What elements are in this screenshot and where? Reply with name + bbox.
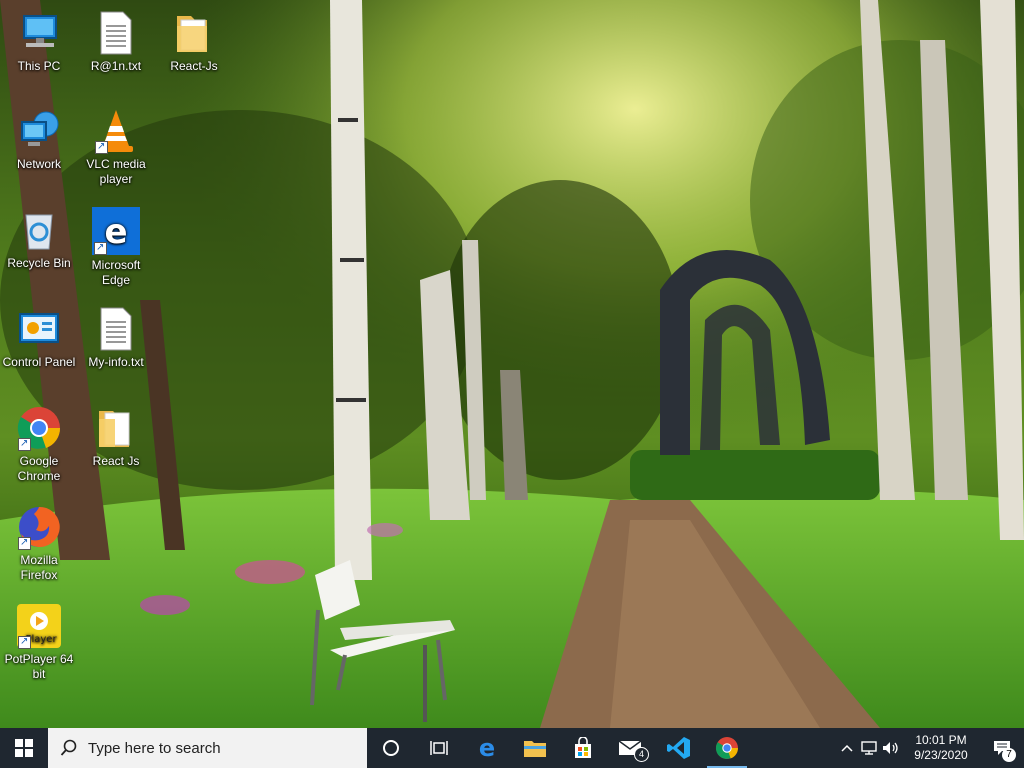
chevron-up-icon: [841, 744, 853, 752]
desktop-icon-this-pc[interactable]: This PC: [2, 10, 76, 74]
clock-time: 10:01 PM: [915, 733, 967, 747]
action-center-button[interactable]: 7: [980, 728, 1024, 768]
vlc-icon: [93, 108, 139, 154]
desktop-icon-edge[interactable]: e Microsoft Edge: [79, 207, 153, 288]
desktop-icon-label: React-Js: [170, 59, 218, 73]
network-tray-button[interactable]: [858, 741, 880, 755]
desktop-icon-r1n-txt[interactable]: R@1n.txt: [79, 10, 153, 74]
desktop-icon-label: My-info.txt: [88, 355, 144, 369]
taskbar-vscode[interactable]: [655, 728, 703, 768]
search-icon: [60, 739, 77, 756]
taskbar-edge[interactable]: e: [463, 728, 511, 768]
clock-date: 9/23/2020: [914, 748, 968, 762]
chrome-icon: [715, 737, 738, 759]
volume-icon: [883, 742, 898, 754]
file-explorer-icon: [524, 741, 546, 757]
mail-unread-badge: 4: [634, 747, 649, 762]
desktop-icon-control-panel[interactable]: Control Panel: [2, 306, 76, 370]
shortcut-arrow-icon: [18, 535, 31, 550]
volume-button[interactable]: [880, 741, 902, 755]
text-file-icon: [93, 10, 139, 56]
windows-logo-icon: [15, 739, 33, 757]
desktop-icon-react-js-folder[interactable]: React-Js: [157, 10, 231, 74]
chrome-icon: [16, 405, 62, 451]
desktop-icon-react-js-folder-2[interactable]: React Js: [79, 405, 153, 469]
clock[interactable]: 10:01 PM 9/23/2020: [902, 733, 980, 763]
folder-icon: [171, 10, 217, 56]
svg-text:e: e: [104, 212, 127, 252]
show-hidden-icons-button[interactable]: [836, 744, 858, 752]
desktop-icon-firefox[interactable]: Mozilla Firefox: [2, 504, 76, 583]
control-panel-icon: [16, 306, 62, 352]
text-file-icon: [93, 306, 139, 352]
potplayer-icon: Player: [16, 603, 62, 649]
cortana-button[interactable]: [367, 728, 415, 768]
folder-icon: [93, 405, 139, 451]
desktop-icon-potplayer[interactable]: Player PotPlayer 64 bit: [2, 603, 76, 682]
notification-count-badge: 7: [1002, 748, 1016, 762]
shortcut-arrow-icon: [95, 139, 108, 154]
desktop-wallpaper: [0, 0, 1024, 728]
edge-icon: e: [92, 207, 140, 255]
task-view-icon: [430, 741, 448, 755]
store-icon: [575, 737, 591, 758]
start-button[interactable]: [0, 728, 48, 768]
shortcut-arrow-icon: [18, 634, 31, 649]
recycle-bin-icon: [16, 207, 62, 253]
task-view-button[interactable]: [415, 728, 463, 768]
shortcut-arrow-icon: [18, 436, 31, 451]
system-tray: 10:01 PM 9/23/2020 7: [836, 728, 1024, 768]
taskbar-mail[interactable]: 4: [607, 728, 655, 768]
desktop-icon-chrome[interactable]: Google Chrome: [2, 405, 76, 484]
desktop-icon-label: Microsoft Edge: [91, 258, 141, 287]
desktop-icon-label: R@1n.txt: [90, 59, 142, 73]
taskbar-store[interactable]: [559, 728, 607, 768]
desktop-icon-vlc[interactable]: VLC media player: [79, 108, 153, 187]
edge-icon: e: [479, 736, 495, 760]
vscode-icon: [667, 737, 690, 759]
desktop-icon-label: Network: [16, 157, 61, 171]
taskbar-file-explorer[interactable]: [511, 728, 559, 768]
desktop-icon-label: Mozilla Firefox: [20, 553, 58, 582]
network-icon: [16, 108, 62, 154]
search-placeholder: Type here to search: [88, 739, 221, 757]
desktop-icon-label: PotPlayer 64 bit: [4, 652, 74, 681]
desktop-icon-label: Google Chrome: [17, 454, 61, 483]
this-pc-icon: [16, 10, 62, 56]
svg-text:e: e: [479, 736, 495, 760]
desktop-icon-network[interactable]: Network: [2, 108, 76, 172]
firefox-icon: [16, 504, 62, 550]
taskbar-search-box[interactable]: Type here to search: [48, 728, 367, 768]
desktop-icon-label: VLC media player: [86, 157, 146, 186]
desktop-icon-label: React Js: [92, 454, 140, 468]
shortcut-arrow-icon: [94, 240, 107, 255]
desktop-icon-label: This PC: [17, 59, 61, 73]
desktop-icon-recycle-bin[interactable]: Recycle Bin: [2, 207, 76, 271]
desktop-icon-my-info-txt[interactable]: My-info.txt: [79, 306, 153, 370]
taskbar-chrome[interactable]: [703, 728, 751, 768]
desktop-icon-label: Control Panel: [2, 355, 76, 369]
cortana-icon: [383, 740, 399, 756]
taskbar: Type here to search e 4 10:01 PM 9/23/20…: [0, 728, 1024, 768]
desktop-icon-label: Recycle Bin: [7, 256, 71, 270]
network-tray-icon: [861, 741, 877, 755]
